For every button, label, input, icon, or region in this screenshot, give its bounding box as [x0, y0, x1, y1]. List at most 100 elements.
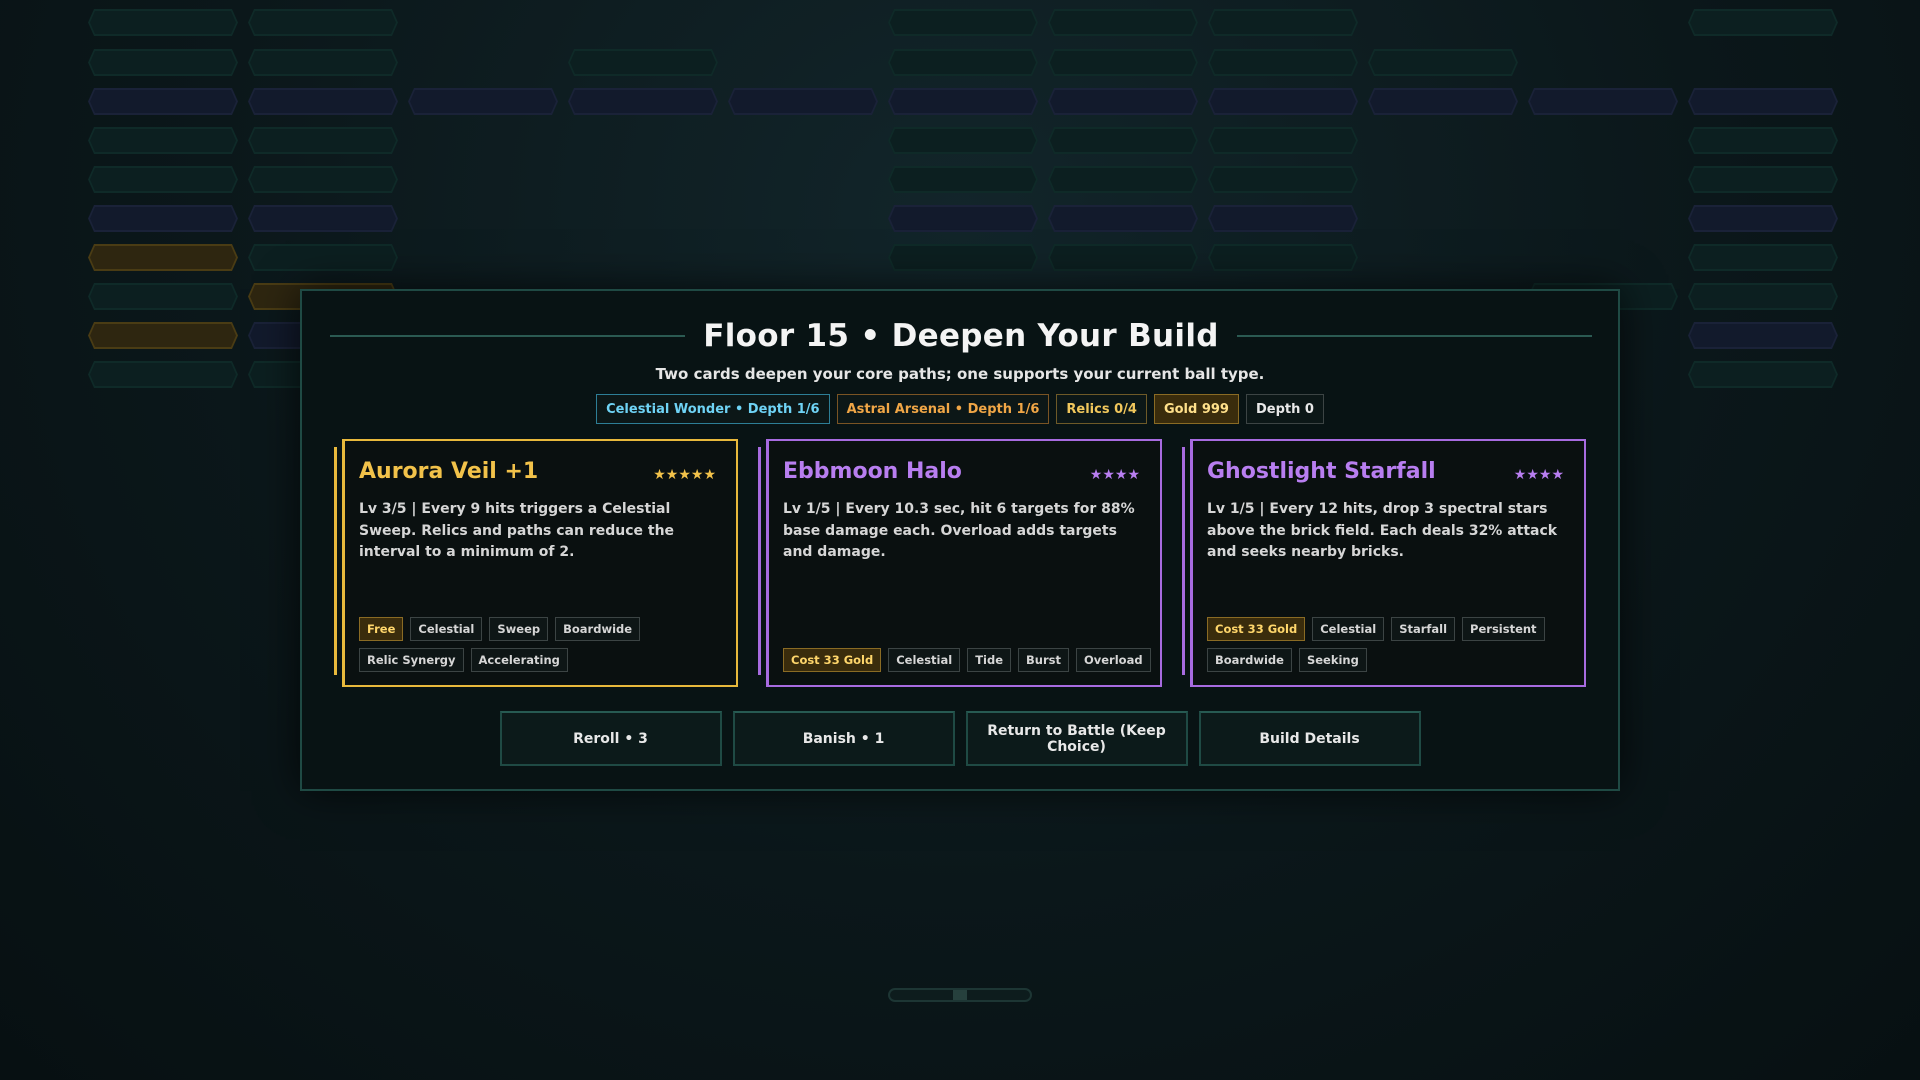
upgrade-card-ebbmoon-halo[interactable]: Ebbmoon Halo ★★★★ Lv 1/5 | Every 10.3 se…: [758, 439, 1162, 687]
brick: [248, 205, 398, 232]
brick: [1688, 88, 1838, 115]
paddle-core: [953, 990, 967, 1000]
title-divider-right: [1236, 335, 1592, 337]
brick: [568, 88, 718, 115]
gold-chip: Gold 999: [1153, 394, 1239, 424]
card-accent-bar: [334, 447, 337, 675]
card-tags: Cost 33 Gold Celestial Starfall Persiste…: [1207, 617, 1577, 672]
brick: [248, 127, 398, 154]
brick: [88, 49, 238, 76]
modal-title: Floor 15 • Deepen Your Build: [703, 318, 1219, 354]
brick: [1688, 361, 1838, 388]
brick: [1208, 49, 1358, 76]
cost-tag: Cost 33 Gold: [1207, 617, 1306, 641]
brick: [88, 322, 238, 349]
brick: [1688, 205, 1838, 232]
card-tag: Boardwide: [555, 617, 641, 641]
brick: [88, 127, 238, 154]
relics-chip: Relics 0/4: [1056, 394, 1147, 424]
brick: [88, 361, 238, 388]
brick: [88, 166, 238, 193]
brick: [408, 88, 558, 115]
brick: [1688, 127, 1838, 154]
brick: [1688, 166, 1838, 193]
upgrade-card-ghostlight-starfall[interactable]: Ghostlight Starfall ★★★★ Lv 1/5 | Every …: [1182, 439, 1586, 687]
reroll-button[interactable]: Reroll • 3: [499, 711, 722, 766]
card-tag: Overload: [1075, 648, 1151, 672]
brick: [888, 127, 1038, 154]
brick: [248, 166, 398, 193]
brick: [888, 49, 1038, 76]
rarity-stars: ★★★★: [1513, 467, 1564, 483]
card-tag: Starfall: [1391, 617, 1456, 641]
brick: [1688, 322, 1838, 349]
path-chip-astral-arsenal: Astral Arsenal • Depth 1/6: [836, 394, 1050, 424]
card-tag: Accelerating: [470, 648, 568, 672]
brick: [1368, 88, 1518, 115]
card-name: Ghostlight Starfall: [1207, 459, 1436, 484]
card-tag: Relic Synergy: [359, 648, 464, 672]
card-tag: Tide: [967, 648, 1012, 672]
rarity-stars: ★★★★: [1089, 467, 1140, 483]
brick: [88, 244, 238, 271]
upgrade-card-aurora-veil[interactable]: Aurora Veil +1 ★★★★★ Lv 3/5 | Every 9 hi…: [334, 439, 738, 687]
card-name: Aurora Veil +1: [359, 459, 539, 484]
card-description: Lv 3/5 | Every 9 hits triggers a Celesti…: [359, 501, 675, 560]
brick: [1368, 49, 1518, 76]
brick: [1048, 244, 1198, 271]
card-tag: Celestial: [1312, 617, 1385, 641]
rarity-stars: ★★★★★: [653, 467, 716, 483]
card-accent-bar: [758, 447, 761, 675]
brick: [1048, 88, 1198, 115]
brick: [88, 9, 238, 36]
path-chip-celestial-wonder: Celestial Wonder • Depth 1/6: [596, 394, 830, 424]
brick: [248, 9, 398, 36]
card-tag: Boardwide: [1207, 648, 1292, 672]
brick: [248, 49, 398, 76]
card-tag: Celestial: [888, 648, 961, 672]
card-tag: Celestial: [410, 617, 483, 641]
brick: [1688, 283, 1838, 310]
card-name: Ebbmoon Halo: [783, 459, 962, 484]
brick: [888, 205, 1038, 232]
brick: [88, 283, 238, 310]
brick: [1208, 166, 1358, 193]
action-bar: Reroll • 3 Banish • 1 Return to Battle (…: [302, 711, 1618, 766]
brick: [1048, 49, 1198, 76]
brick: [888, 166, 1038, 193]
banish-button[interactable]: Banish • 1: [732, 711, 955, 766]
brick: [888, 244, 1038, 271]
card-tag: Seeking: [1298, 648, 1367, 672]
cost-tag: Cost 33 Gold: [783, 648, 882, 672]
brick: [1528, 88, 1678, 115]
brick: [88, 205, 238, 232]
cost-tag: Free: [359, 617, 404, 641]
card-tag: Burst: [1018, 648, 1069, 672]
brick: [248, 88, 398, 115]
title-row: Floor 15 • Deepen Your Build: [330, 313, 1592, 359]
status-chips: Celestial Wonder • Depth 1/6 Astral Arse…: [302, 394, 1618, 424]
card-tags: Free Celestial Sweep Boardwide Relic Syn…: [359, 617, 729, 672]
brick: [1208, 127, 1358, 154]
brick: [1208, 205, 1358, 232]
brick: [1208, 244, 1358, 271]
brick: [1048, 9, 1198, 36]
card-tag: Sweep: [489, 617, 549, 641]
card-tags: Cost 33 Gold Celestial Tide Burst Overlo…: [783, 648, 1153, 672]
card-tag: Persistent: [1462, 617, 1545, 641]
brick: [568, 49, 718, 76]
brick: [1208, 88, 1358, 115]
brick: [888, 88, 1038, 115]
brick: [1688, 9, 1838, 36]
return-to-battle-button[interactable]: Return to Battle (Keep Choice): [965, 711, 1188, 766]
modal-subtitle: Two cards deepen your core paths; one su…: [655, 365, 1265, 383]
brick: [1048, 166, 1198, 193]
depth-chip: Depth 0: [1245, 394, 1324, 424]
upgrade-modal: Floor 15 • Deepen Your Build Two cards d…: [300, 289, 1620, 791]
card-description: Lv 1/5 | Every 10.3 sec, hit 6 targets f…: [783, 501, 1135, 560]
brick: [1688, 244, 1838, 271]
brick: [1048, 205, 1198, 232]
build-details-button[interactable]: Build Details: [1198, 711, 1421, 766]
brick: [888, 9, 1038, 36]
card-description: Lv 1/5 | Every 12 hits, drop 3 spectral …: [1207, 501, 1558, 560]
